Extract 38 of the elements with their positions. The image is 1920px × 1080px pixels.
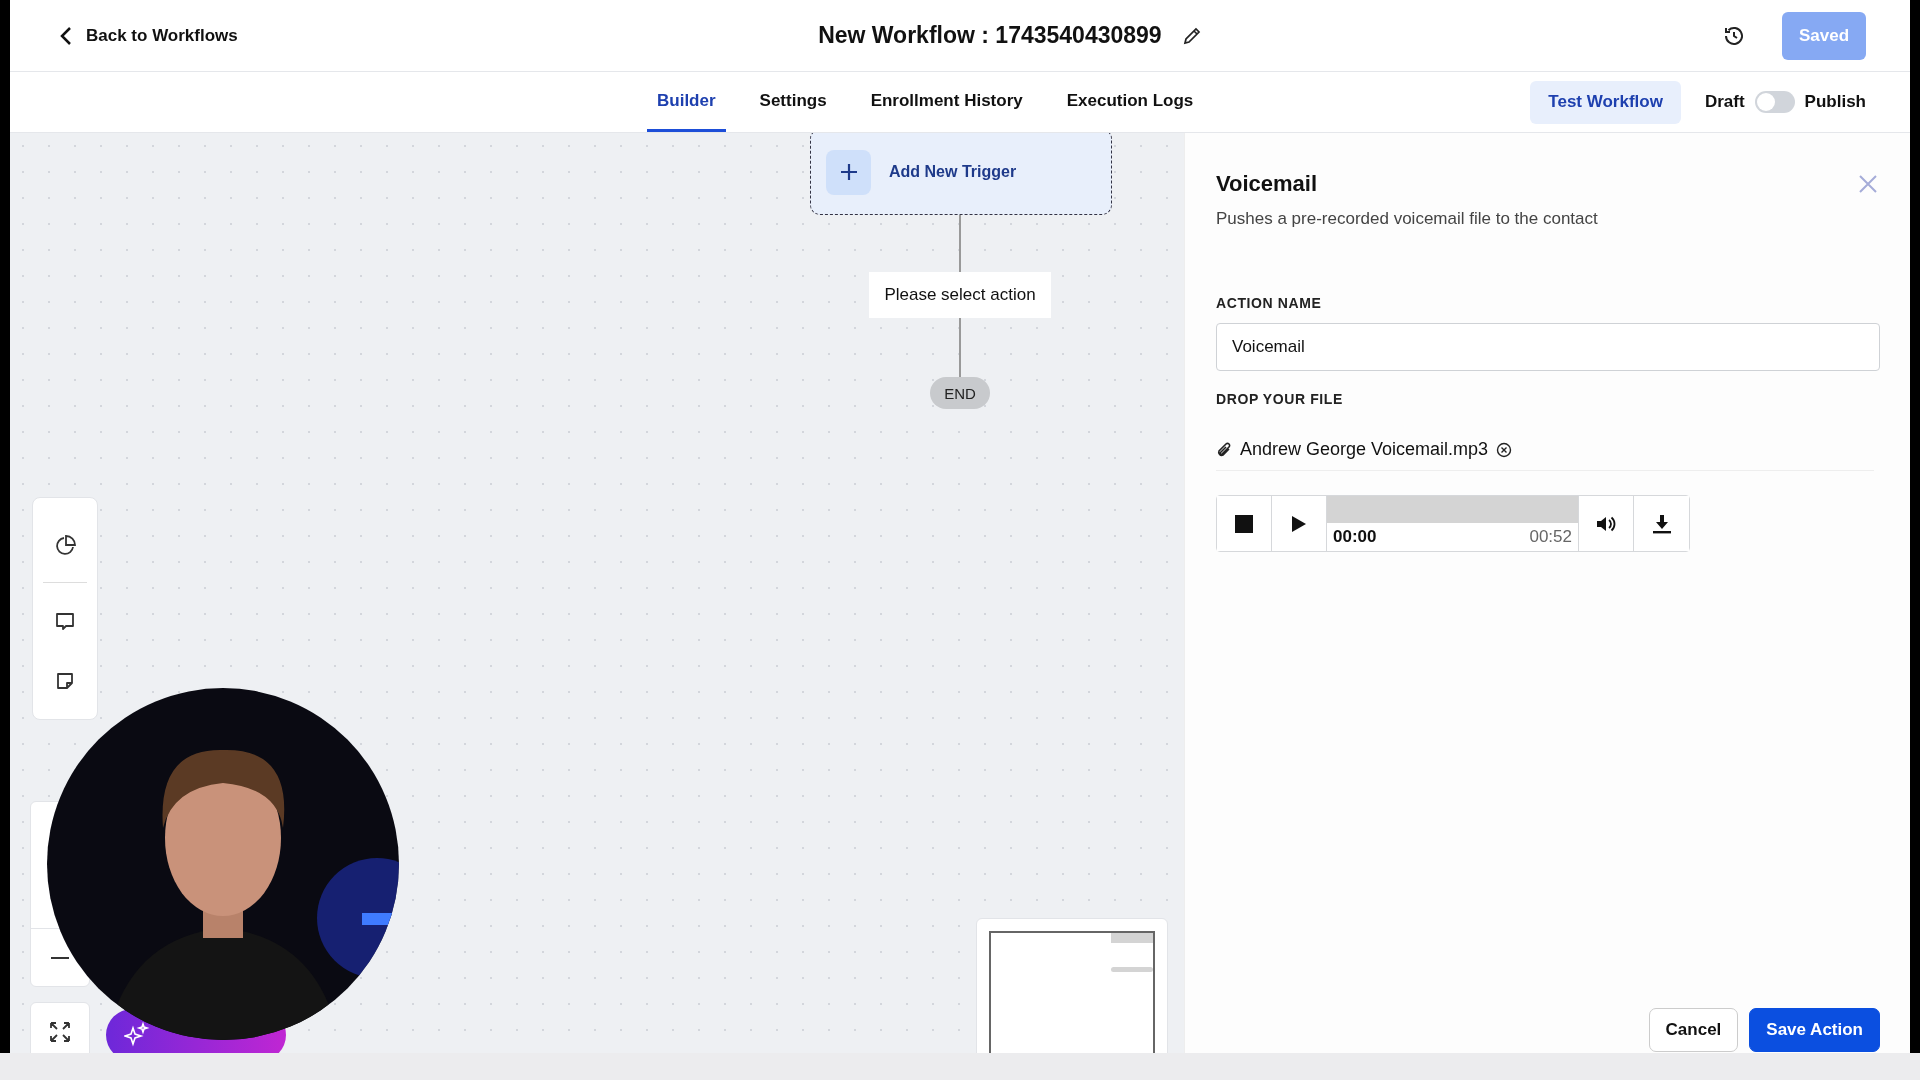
- play-icon: [1291, 514, 1307, 533]
- field-label: ACTION NAME: [1216, 295, 1323, 311]
- back-link[interactable]: Back to Workflows: [60, 25, 238, 46]
- tab[interactable]: Execution Logs: [1056, 72, 1204, 132]
- test-workflow-button[interactable]: Test Workflow: [1530, 80, 1681, 124]
- save-action-button[interactable]: Save Action: [1749, 1008, 1880, 1052]
- paperclip-icon: [1216, 440, 1232, 459]
- panel-description: Pushes a pre-recorded voicemail file to the contact: [1216, 209, 1599, 229]
- fit-view-button[interactable]: [30, 1002, 90, 1053]
- end-node: END: [930, 377, 990, 409]
- workflow-title: New Workflow : 1743540430899: [818, 22, 1162, 49]
- action-node[interactable]: Please select action: [869, 272, 1051, 318]
- action-name-field[interactable]: Voicemail: [1216, 323, 1880, 371]
- progress-track[interactable]: [1327, 496, 1578, 523]
- add-trigger-node[interactable]: Add New Trigger: [810, 133, 1112, 215]
- publish-toggle[interactable]: [1754, 91, 1795, 113]
- stop-icon: [1235, 514, 1253, 533]
- publish-label: Publish: [1804, 92, 1866, 112]
- stop-button[interactable]: [1217, 496, 1272, 551]
- expand-icon: [48, 1020, 72, 1044]
- elapsed-time: 00:00: [1333, 527, 1377, 547]
- plus-icon: [826, 149, 871, 195]
- tab[interactable]: Settings: [749, 72, 837, 132]
- panel-title: Voicemail: [1216, 171, 1318, 197]
- cancel-button[interactable]: Cancel: [1648, 1008, 1739, 1052]
- draft-label: Draft: [1704, 92, 1745, 112]
- trigger-label: Add New Trigger: [889, 163, 1017, 181]
- tab[interactable]: Enrollment History: [860, 72, 1033, 132]
- file-name: Andrew George Voicemail.mp3: [1240, 439, 1489, 460]
- download-icon: [1652, 513, 1671, 534]
- duration-time: 00:52: [1529, 527, 1572, 547]
- sparkle-icon: [124, 1022, 150, 1048]
- chevron-left-icon: [60, 25, 72, 46]
- speaker-icon: [1596, 514, 1616, 533]
- minus-icon[interactable]: [51, 955, 69, 960]
- pencil-icon[interactable]: [1181, 25, 1202, 46]
- remove-icon[interactable]: [1496, 441, 1513, 458]
- field-label: DROP YOUR FILE: [1216, 391, 1344, 407]
